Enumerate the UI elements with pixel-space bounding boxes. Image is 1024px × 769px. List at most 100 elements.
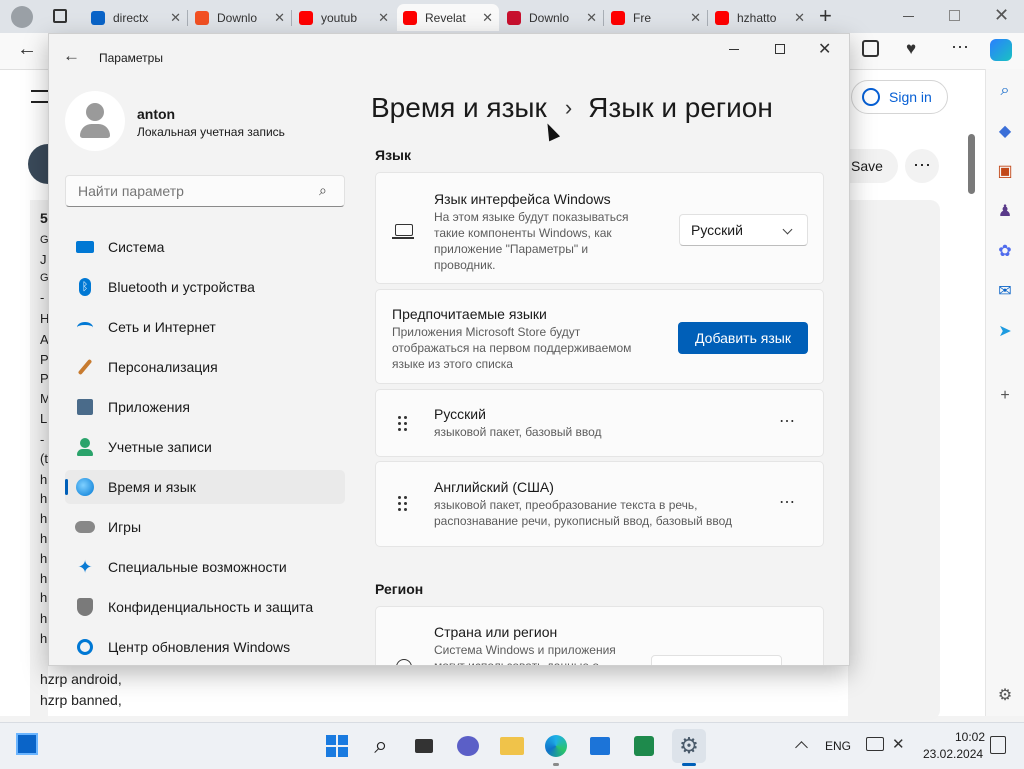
sidebar-item[interactable]: Персонализация (65, 350, 345, 384)
chart-app-icon[interactable] (631, 733, 657, 759)
minimize-icon[interactable] (729, 49, 739, 50)
maximize-icon[interactable] (775, 44, 785, 54)
m365-icon[interactable]: ✿ (995, 242, 1015, 262)
drag-handle-icon[interactable] (398, 496, 410, 512)
network-icon[interactable] (866, 737, 884, 751)
browser-tab[interactable]: Downlo ✕ (189, 4, 291, 31)
back-button[interactable]: ← (63, 46, 80, 66)
more-options-icon[interactable]: ⋯ (779, 411, 796, 431)
channel-avatar[interactable] (28, 144, 48, 184)
drop-icon[interactable]: ➤ (995, 322, 1015, 342)
chat-icon[interactable] (455, 733, 481, 759)
close-browser-icon[interactable]: ✕ (994, 5, 1009, 26)
language-name: Английский (США) (434, 479, 554, 495)
save-button[interactable]: Save (848, 149, 898, 183)
user-name: anton (137, 106, 176, 122)
back-icon[interactable]: ← (17, 38, 37, 61)
close-tab-icon[interactable]: ✕ (274, 10, 285, 26)
clock-time[interactable]: 10:02 (955, 730, 985, 744)
close-tab-icon[interactable]: ✕ (690, 10, 701, 26)
search-box[interactable]: ⌕ (65, 175, 345, 207)
search-input[interactable] (76, 182, 310, 200)
close-tab-icon[interactable]: ✕ (586, 10, 597, 26)
display-language-select[interactable]: Русский (679, 214, 808, 246)
sidebar-item[interactable]: ᛒ Bluetooth и устройства (65, 270, 345, 304)
page-text-fragment: h (40, 611, 48, 626)
shopping-icon[interactable]: ◆ (995, 122, 1015, 142)
language-row[interactable]: Английский (США) языковой пакет, преобра… (375, 461, 824, 547)
sidebar-item-label: Конфиденциальность и защита (108, 599, 314, 615)
widgets-icon[interactable] (16, 733, 38, 755)
avatar[interactable] (65, 91, 125, 151)
chevron-up-icon[interactable] (795, 741, 808, 754)
chevron-down-icon (782, 224, 793, 235)
games-icon[interactable]: ♟ (995, 202, 1015, 222)
sidebar-item[interactable]: Конфиденциальность и защита (65, 590, 345, 624)
close-tab-icon[interactable]: ✕ (170, 10, 181, 26)
sidebar-item[interactable]: Сеть и Интернет (65, 310, 345, 344)
tools-icon[interactable]: ▣ (995, 162, 1015, 182)
profile-avatar[interactable] (11, 6, 33, 28)
brush-icon (75, 357, 95, 377)
search-icon (91, 10, 105, 25)
input-language[interactable]: ENG (825, 739, 851, 753)
copilot-icon[interactable] (990, 39, 1012, 61)
add-icon[interactable]: + (995, 386, 1015, 406)
task-view-icon[interactable] (411, 733, 437, 759)
browser-tab[interactable]: hzhatto ✕ (709, 4, 811, 31)
file-explorer-icon[interactable] (499, 733, 525, 759)
tab-actions-icon[interactable] (53, 9, 67, 23)
sidebar-item[interactable]: Центр обновления Windows (65, 630, 345, 664)
search-icon[interactable]: ⌕ (319, 182, 327, 199)
browser-tab[interactable]: Revelat ✕ (397, 4, 499, 31)
more-options-icon[interactable]: ⋯ (779, 492, 796, 512)
browser-tab[interactable]: Downlo ✕ (501, 4, 603, 31)
sidebar-item[interactable]: Время и язык (65, 470, 345, 504)
settings-icon[interactable]: ⚙ (995, 686, 1015, 706)
start-button[interactable] (324, 733, 350, 759)
close-tab-icon[interactable]: ✕ (378, 10, 389, 26)
sidebar-item-label: Специальные возможности (108, 559, 287, 575)
collections-icon[interactable] (862, 40, 879, 57)
more-actions-button[interactable]: ⋯ (905, 149, 939, 183)
search-icon[interactable]: ⌕ (995, 81, 1015, 101)
sidebar-item[interactable]: Приложения (65, 390, 345, 424)
page-text-fragment: h (40, 472, 48, 487)
minimize-browser-icon[interactable] (903, 16, 914, 17)
save-label: Save (851, 158, 883, 174)
store-icon[interactable] (587, 733, 613, 759)
browser-tab[interactable]: Fre ✕ (605, 4, 707, 31)
restore-browser-icon[interactable] (949, 10, 960, 21)
page-text-line: hzrp android, (40, 671, 122, 687)
drag-handle-icon[interactable] (398, 416, 410, 432)
breadcrumb-parent[interactable]: Время и язык (371, 92, 547, 124)
gamepad-icon (75, 517, 95, 537)
tab-title: Downlo (217, 10, 258, 25)
close-tab-icon[interactable]: ✕ (794, 10, 805, 26)
page-text-fragment: h (40, 551, 48, 566)
country-select[interactable] (651, 655, 782, 665)
search-icon[interactable]: ⌕ (368, 732, 394, 759)
clock-date[interactable]: 23.02.2024 (923, 747, 983, 761)
performance-icon[interactable]: ♥ (906, 39, 916, 59)
browser-tab[interactable]: youtub ✕ (293, 4, 395, 31)
sign-in-button[interactable]: Sign in (851, 80, 948, 114)
volume-muted-icon[interactable]: ✕ (892, 735, 905, 753)
sidebar-item[interactable]: Игры (65, 510, 345, 544)
hamburger-menu-icon[interactable] (31, 90, 49, 103)
sidebar-item[interactable]: Система (65, 230, 345, 264)
sidebar-item[interactable]: Учетные записи (65, 430, 345, 464)
language-row[interactable]: Русский языковой пакет, базовый ввод ⋯ (375, 389, 824, 457)
edge-icon[interactable] (543, 733, 569, 759)
outlook-icon[interactable]: ✉ (995, 282, 1015, 302)
page-scrollbar[interactable] (968, 134, 975, 194)
settings-app-icon[interactable]: ⚙ (672, 729, 706, 763)
close-tab-icon[interactable]: ✕ (482, 10, 493, 26)
browser-tab[interactable]: directx ✕ (85, 4, 187, 31)
close-icon[interactable]: ✕ (818, 39, 831, 59)
new-tab-button[interactable]: + (819, 3, 832, 29)
sidebar-item[interactable]: ✦ Специальные возможности (65, 550, 345, 584)
more-icon[interactable]: ⋯ (951, 37, 969, 58)
notification-icon[interactable] (990, 736, 1006, 754)
add-language-button[interactable]: Добавить язык (678, 322, 808, 354)
